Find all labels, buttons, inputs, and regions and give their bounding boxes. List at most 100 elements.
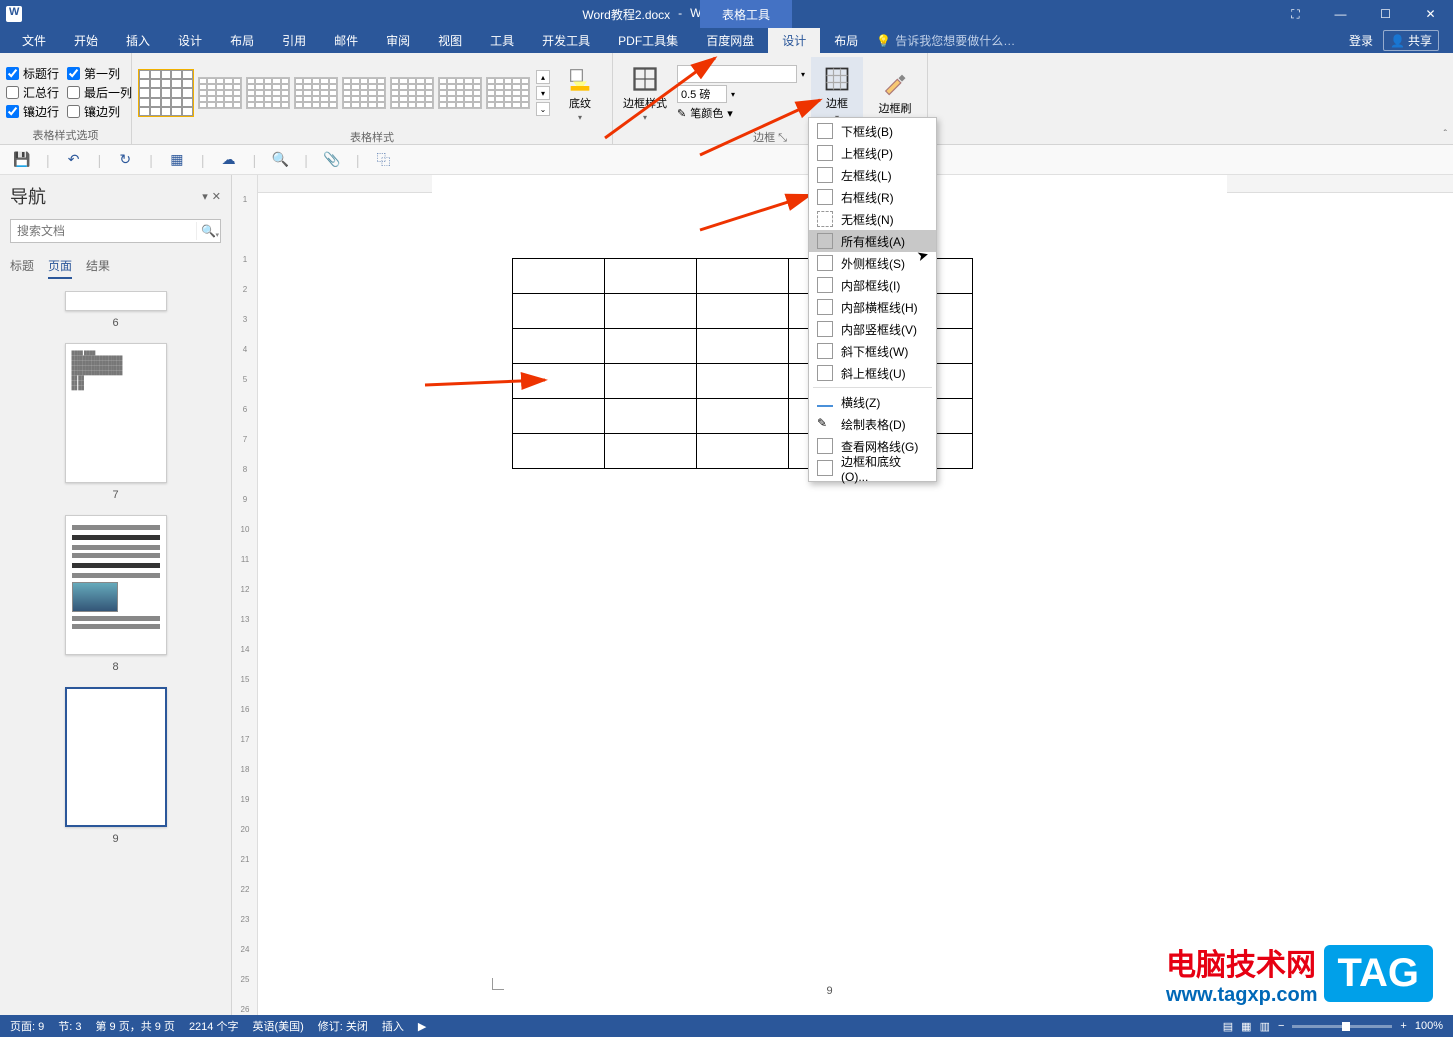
maximize-button[interactable]: ☐ [1363,0,1408,28]
nav-search-button[interactable]: 🔍 [196,222,220,240]
menu-borders-dialog[interactable]: 边框和底纹(O)... [809,457,936,479]
zoom-slider[interactable] [1292,1025,1392,1028]
qat-button[interactable]: ▦ [167,151,187,168]
tab-review[interactable]: 审阅 [372,28,424,53]
nav-tab-headings[interactable]: 标题 [10,257,34,279]
annotation-arrow [425,370,565,405]
table-style-item[interactable] [198,77,242,109]
qat-button[interactable]: 🔍 [270,151,290,168]
opt-total-row[interactable]: 汇总行 [6,84,59,101]
qat-button[interactable]: 📎 [322,151,342,168]
status-macro-icon[interactable]: ▶ [418,1020,426,1033]
opt-banded-col[interactable]: 镶边列 [67,103,132,120]
tab-file[interactable]: 文件 [8,28,60,53]
menu-border-inside[interactable]: 内部框线(I) [809,274,936,296]
status-insert-mode[interactable]: 插入 [382,1018,404,1034]
menu-border-inside-v[interactable]: 内部竖框线(V) [809,318,936,340]
tab-references[interactable]: 引用 [268,28,320,53]
status-section[interactable]: 节: 3 [58,1018,81,1034]
nav-title: 导航 [10,183,46,209]
group-label-options: 表格样式选项 [6,127,125,142]
tab-design[interactable]: 设计 [164,28,216,53]
zoom-out-button[interactable]: − [1278,1020,1284,1032]
tab-developer[interactable]: 开发工具 [528,28,604,53]
ribbon-display-options-button[interactable]: ⛶ [1273,0,1318,28]
minimize-button[interactable]: — [1318,0,1363,28]
thumb-label: 6 [112,317,118,329]
tab-table-layout[interactable]: 布局 [820,28,872,53]
qat-redo-button[interactable]: ↻ [115,151,135,168]
nav-pin-button[interactable]: ▾ [202,190,208,203]
close-button[interactable]: ✕ [1408,0,1453,28]
tab-layout[interactable]: 布局 [216,28,268,53]
menu-border-inside-h[interactable]: 内部横框线(H) [809,296,936,318]
menu-draw-table[interactable]: ✎绘制表格(D) [809,413,936,435]
table-styles-gallery[interactable]: ▴ ▾ ⌄ 底纹 [138,57,606,129]
opt-banded-row[interactable]: 镶边行 [6,103,59,120]
tab-home[interactable]: 开始 [60,28,112,53]
table-style-item[interactable] [390,77,434,109]
tab-table-design[interactable]: 设计 [768,28,820,53]
status-word-count[interactable]: 2214 个字 [189,1018,239,1034]
qat-save-button[interactable]: 💾 [12,151,32,168]
status-track-changes[interactable]: 修订: 关闭 [318,1018,368,1034]
nav-tab-pages[interactable]: 页面 [48,257,72,279]
group-label-styles: 表格样式 [138,129,606,144]
status-page-of[interactable]: 第 9 页，共 9 页 [95,1018,174,1034]
table-style-item[interactable] [486,77,530,109]
share-button[interactable]: 👤 共享 [1383,30,1439,51]
menu-border-right[interactable]: 右框线(R) [809,186,936,208]
window-title: Word教程2.docx-Word [28,6,1273,23]
page-thumbnail-current[interactable] [65,687,167,827]
page-thumbnail[interactable]: ████ ███████████████████████████████████… [65,343,167,483]
status-bar: 页面: 9 节: 3 第 9 页，共 9 页 2214 个字 英语(美国) 修订… [0,1015,1453,1037]
opt-first-col[interactable]: 第一列 [67,65,132,82]
view-read-mode-button[interactable]: ▤ [1223,1020,1233,1033]
view-print-layout-button[interactable]: ▦ [1241,1020,1251,1033]
gallery-more-button[interactable]: ⌄ [536,102,550,116]
tell-me-search[interactable]: 💡 告诉我您想要做什么… [876,28,1015,53]
page-thumbnail[interactable] [65,515,167,655]
qat-button[interactable]: ⿻ [373,150,393,170]
menu-border-bottom[interactable]: 下框线(B) [809,120,936,142]
navigation-pane: 导航 ▾ ✕ 🔍 标题 页面 结果 6 ████ ███████████████… [0,175,232,1015]
nav-tab-results[interactable]: 结果 [86,257,110,279]
gallery-up-button[interactable]: ▴ [536,70,550,84]
shading-button[interactable]: 底纹 [554,57,606,129]
qat-undo-button[interactable]: ↶ [64,151,84,168]
page-thumbnail[interactable] [65,291,167,311]
tab-tools[interactable]: 工具 [476,28,528,53]
zoom-in-button[interactable]: + [1400,1020,1406,1032]
menu-border-none[interactable]: 无框线(N) [809,208,936,230]
tab-mailings[interactable]: 邮件 [320,28,372,53]
menu-border-diag-down[interactable]: 斜下框线(W) [809,340,936,362]
tab-baidu[interactable]: 百度网盘 [692,28,768,53]
gallery-down-button[interactable]: ▾ [536,86,550,100]
view-web-layout-button[interactable]: ▥ [1260,1020,1270,1033]
vertical-ruler[interactable]: 1123456789101112131415161718192021222324… [232,175,258,1015]
tab-insert[interactable]: 插入 [112,28,164,53]
qat-button[interactable]: ☁ [219,151,239,168]
table-style-current[interactable] [138,69,194,117]
nav-search-input[interactable] [11,224,196,238]
menu-border-top[interactable]: 上框线(P) [809,142,936,164]
status-page[interactable]: 页面: 9 [10,1018,44,1034]
table-style-item[interactable] [438,77,482,109]
table-style-item[interactable] [294,77,338,109]
page-number: 9 [826,985,832,997]
zoom-level[interactable]: 100% [1415,1020,1443,1032]
tab-pdf[interactable]: PDF工具集 [604,28,692,53]
table-style-item[interactable] [246,77,290,109]
opt-last-col[interactable]: 最后一列 [67,84,132,101]
opt-header-row[interactable]: 标题行 [6,65,59,82]
status-language[interactable]: 英语(美国) [252,1018,303,1034]
menu-border-diag-up[interactable]: 斜上框线(U) [809,362,936,384]
thumb-label: 9 [112,833,118,845]
tab-view[interactable]: 视图 [424,28,476,53]
menu-border-left[interactable]: 左框线(L) [809,164,936,186]
login-link[interactable]: 登录 [1349,32,1373,49]
table-style-item[interactable] [342,77,386,109]
menu-hline[interactable]: 横线(Z) [809,391,936,413]
collapse-ribbon-button[interactable]: ˆ [1444,129,1447,140]
nav-close-button[interactable]: ✕ [212,190,221,203]
